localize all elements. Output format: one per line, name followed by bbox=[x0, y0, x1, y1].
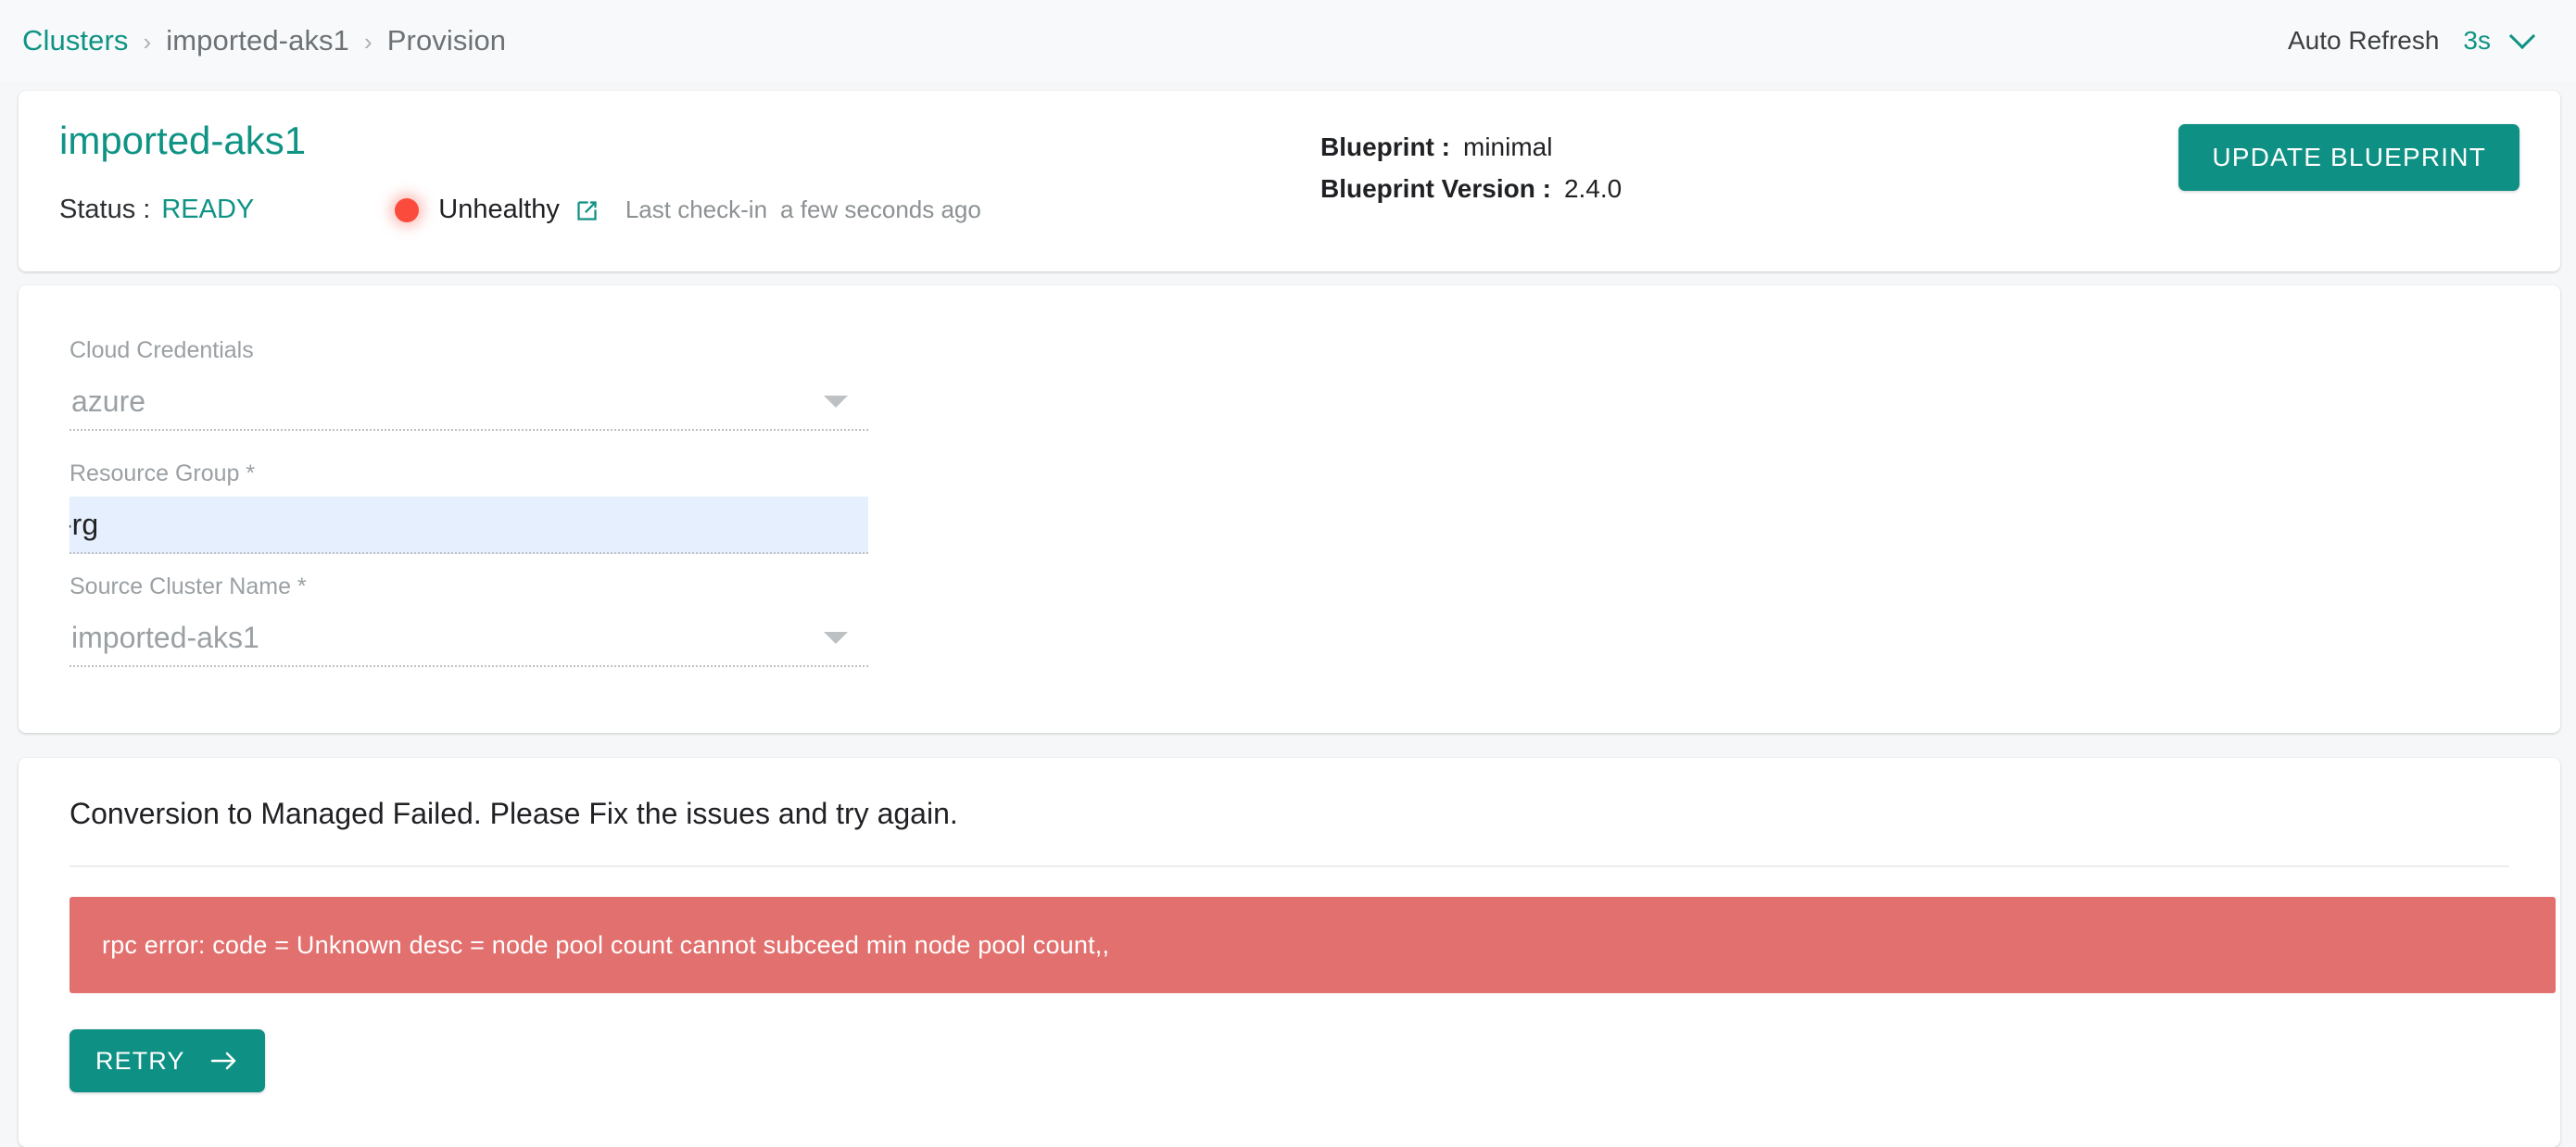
caret-down-icon[interactable] bbox=[824, 396, 848, 408]
status-value: READY bbox=[161, 195, 255, 224]
breadcrumb-item-cluster-name[interactable]: imported-aks1 bbox=[166, 24, 349, 57]
update-blueprint-button[interactable]: UPDATE BLUEPRINT bbox=[2178, 124, 2519, 191]
field-resource-group: Resource Group * -rg bbox=[69, 460, 868, 554]
field-label: Cloud Credentials bbox=[69, 337, 254, 363]
status-dot-icon bbox=[395, 197, 420, 222]
field-label: Source Cluster Name * bbox=[69, 574, 307, 599]
health-group: Unhealthy Last check-in a few seconds ago bbox=[395, 195, 981, 225]
field-cloud-credentials: Cloud Credentials azure bbox=[69, 337, 868, 431]
auto-refresh-control[interactable]: Auto Refresh 3s bbox=[2288, 26, 2535, 56]
failure-title: Conversion to Managed Failed. Please Fix… bbox=[69, 797, 958, 830]
field-value: azure bbox=[71, 384, 146, 418]
cluster-status-row: Status : READY Unhealthy Last check-in a … bbox=[59, 195, 981, 225]
external-link-icon[interactable] bbox=[575, 198, 600, 223]
caret-down-icon[interactable] bbox=[824, 632, 848, 644]
field-source-cluster-name: Source Cluster Name * imported-aks1 bbox=[69, 574, 868, 667]
divider bbox=[69, 865, 2509, 867]
last-checkin-value: a few seconds ago bbox=[780, 195, 981, 223]
blueprint-label: Blueprint : bbox=[1320, 132, 1450, 161]
field-label: Resource Group * bbox=[69, 460, 256, 486]
status-label: Status : bbox=[59, 195, 151, 224]
top-bar: Clusters › imported-aks1 › Provision Aut… bbox=[0, 0, 2576, 82]
breadcrumb-item-clusters[interactable]: Clusters bbox=[22, 24, 129, 57]
breadcrumb: Clusters › imported-aks1 › Provision bbox=[22, 24, 506, 57]
chevron-down-icon[interactable] bbox=[2511, 25, 2535, 49]
blueprint-row: Blueprint : minimal bbox=[1320, 126, 1622, 168]
resource-group-input[interactable]: -rg bbox=[69, 497, 868, 554]
last-checkin: Last check-in a few seconds ago bbox=[625, 195, 981, 224]
error-message: rpc error: code = Unknown desc = node po… bbox=[102, 930, 1110, 959]
cluster-header-card: imported-aks1 Status : READY Unhealthy L… bbox=[19, 91, 2560, 271]
retry-button-label: RETRY bbox=[95, 1046, 185, 1075]
source-cluster-name-select[interactable]: imported-aks1 bbox=[69, 610, 868, 667]
cloud-credentials-select[interactable]: azure bbox=[69, 373, 868, 431]
provision-form-card: Cloud Credentials azure Resource Group *… bbox=[19, 285, 2560, 733]
breadcrumb-separator-icon: › bbox=[363, 27, 373, 56]
arrow-right-icon bbox=[209, 1050, 239, 1072]
failure-card: Conversion to Managed Failed. Please Fix… bbox=[19, 758, 2560, 1147]
field-value: -rg bbox=[69, 507, 99, 541]
last-checkin-label: Last check-in bbox=[625, 195, 768, 223]
blueprint-info: Blueprint : minimal Blueprint Version : 2.… bbox=[1320, 126, 1622, 209]
page-title: imported-aks1 bbox=[59, 119, 307, 162]
breadcrumb-separator-icon: › bbox=[143, 27, 152, 56]
blueprint-value: minimal bbox=[1463, 132, 1553, 161]
blueprint-version-label: Blueprint Version : bbox=[1320, 174, 1551, 203]
auto-refresh-value: 3s bbox=[2463, 26, 2491, 55]
retry-button[interactable]: RETRY bbox=[69, 1029, 265, 1092]
error-banner: rpc error: code = Unknown desc = node po… bbox=[69, 897, 2556, 993]
blueprint-version-row: Blueprint Version : 2.4.0 bbox=[1320, 168, 1622, 209]
auto-refresh-label: Auto Refresh bbox=[2288, 26, 2440, 55]
blueprint-version-value: 2.4.0 bbox=[1563, 174, 1623, 203]
field-value: imported-aks1 bbox=[71, 620, 259, 654]
health-status-text: Unhealthy bbox=[438, 195, 560, 224]
breadcrumb-item-provision[interactable]: Provision bbox=[387, 24, 506, 57]
